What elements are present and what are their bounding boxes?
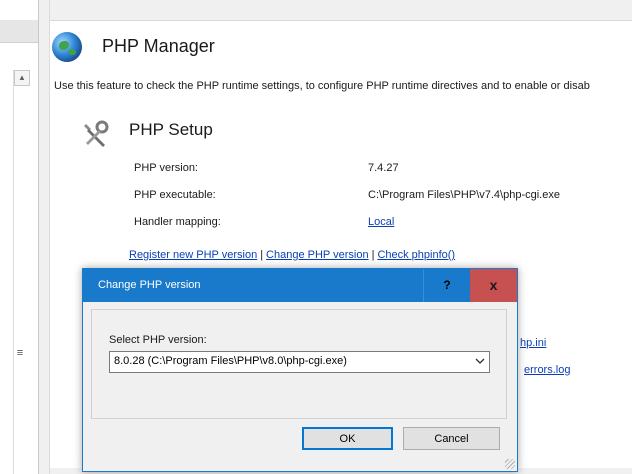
chevron-down-icon [475, 358, 485, 364]
select-php-version-label: Select PHP version: [109, 334, 207, 346]
dialog-title: Change PHP version [98, 279, 201, 291]
page-description: Use this feature to check the PHP runtim… [54, 80, 590, 92]
php-version-select-value: 8.0.28 (C:\Program Files\PHP\v8.0\php-cg… [114, 355, 347, 367]
connections-pane-header [0, 20, 38, 43]
tools-icon [84, 120, 109, 147]
register-php-version-link[interactable]: Register new PHP version [129, 249, 257, 261]
check-phpinfo-link[interactable]: Check phpinfo() [377, 249, 455, 261]
php-executable-value: C:\Program Files\PHP\v7.4\php-cgi.exe [368, 189, 560, 201]
section-title-php-setup: PHP Setup [129, 120, 213, 139]
setup-actions: Register new PHP version | Change PHP vers… [129, 249, 455, 261]
connections-pane: ▲ ≡ [0, 0, 39, 474]
php-executable-label: PHP executable: [134, 189, 216, 201]
php-version-select[interactable]: 8.0.28 (C:\Program Files\PHP\v8.0\php-cg… [109, 351, 490, 373]
handler-mapping-label: Handler mapping: [134, 216, 221, 228]
close-button[interactable]: x [470, 269, 517, 302]
php-version-label: PHP version: [134, 162, 198, 174]
php-ini-link[interactable]: hp.ini [520, 337, 546, 349]
cancel-button[interactable]: Cancel [403, 427, 500, 450]
page-title: PHP Manager [102, 36, 215, 56]
globe-icon [52, 32, 82, 62]
pane-splitter[interactable] [39, 0, 50, 474]
scroll-up-icon[interactable]: ▲ [14, 70, 30, 86]
errors-log-link[interactable]: errors.log [524, 364, 570, 376]
help-button[interactable]: ? [423, 269, 470, 302]
handler-mapping-value: Local [368, 216, 394, 228]
resize-grip-icon[interactable] [505, 459, 515, 469]
php-version-value: 7.4.27 [368, 162, 399, 174]
splitter-grip-icon[interactable]: ≡ [14, 346, 26, 360]
ok-button[interactable]: OK [302, 427, 393, 450]
dialog-body: Select PHP version: 8.0.28 (C:\Program F… [91, 309, 507, 419]
link-separator: | [260, 249, 264, 261]
tree-line [13, 70, 14, 474]
change-php-version-dialog: Change PHP version ? x Select PHP versio… [82, 268, 518, 472]
change-php-version-link[interactable]: Change PHP version [266, 249, 369, 261]
handler-mapping-link[interactable]: Local [368, 216, 394, 228]
window-top-edge [0, 0, 632, 21]
